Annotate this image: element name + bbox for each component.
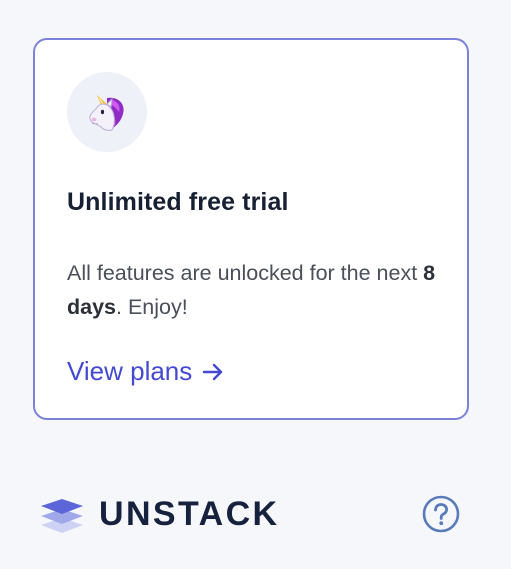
stacked-layers-icon (41, 498, 83, 533)
unicorn-avatar (67, 72, 147, 152)
trial-description-text: All features are unlocked for the next (67, 261, 424, 285)
view-plans-label: View plans (67, 356, 193, 386)
arrow-right-icon (203, 363, 223, 380)
unstack-logo[interactable]: UNSTACK (39, 495, 280, 534)
trial-description-suffix: . Enjoy! (116, 295, 188, 319)
trial-card: Unlimited free trial All features are un… (33, 38, 469, 420)
brand-name: UNSTACK (99, 495, 280, 533)
trial-description: All features are unlocked for the next 8… (67, 256, 447, 324)
help-circle-icon (422, 495, 460, 533)
trial-title: Unlimited free trial (67, 188, 289, 216)
help-button[interactable] (422, 495, 460, 533)
view-plans-link[interactable]: View plans (67, 356, 224, 387)
unicorn-icon (89, 95, 124, 131)
